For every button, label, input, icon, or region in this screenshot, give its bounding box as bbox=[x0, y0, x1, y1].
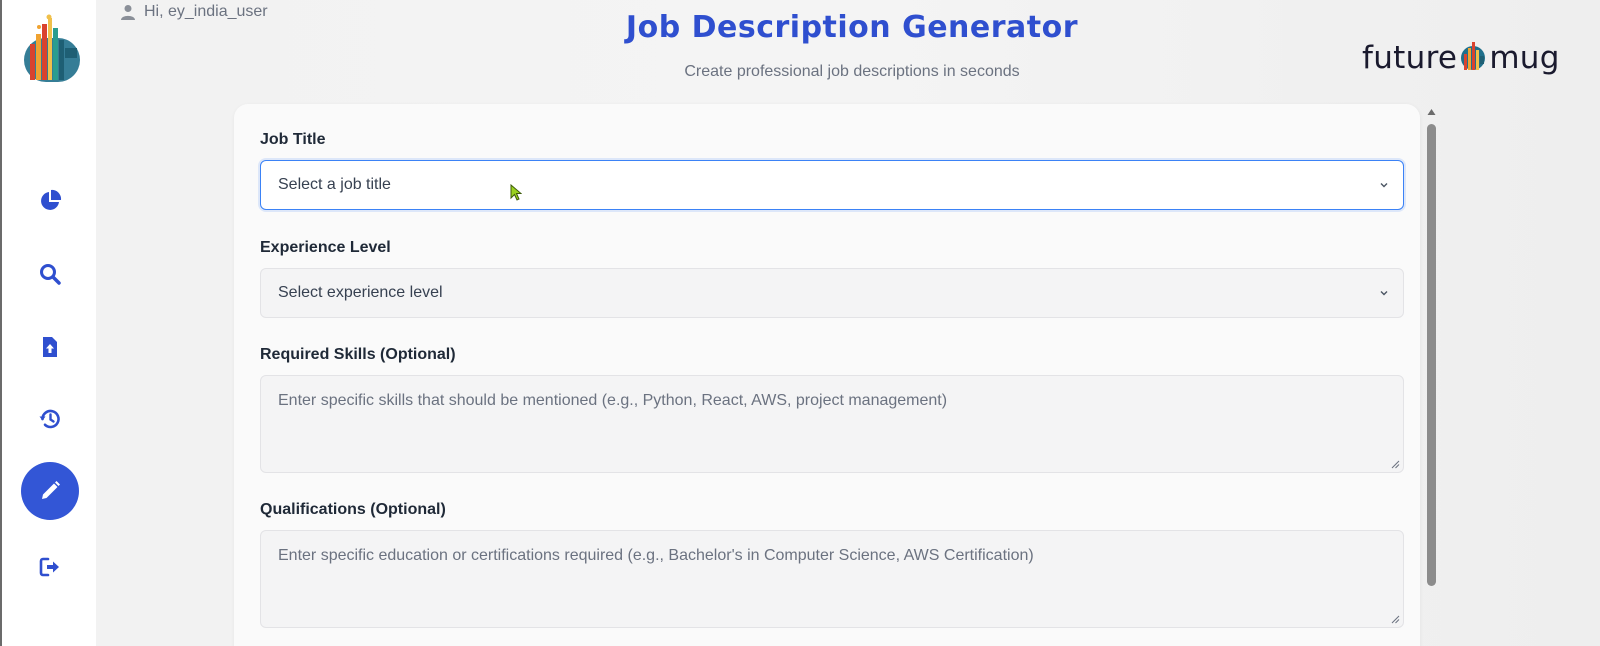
form-scrollbar[interactable] bbox=[1425, 106, 1438, 646]
sidebar-item-job-description[interactable] bbox=[21, 462, 79, 520]
scrollbar-thumb[interactable] bbox=[1427, 124, 1436, 586]
brand-text-right: mug bbox=[1489, 40, 1560, 76]
required-skills-label: Required Skills (Optional) bbox=[260, 346, 456, 363]
chevron-down-icon bbox=[1380, 183, 1388, 188]
brand-mark-icon bbox=[1461, 42, 1486, 70]
experience-level-placeholder: Select experience level bbox=[278, 284, 443, 301]
pie-chart-icon bbox=[41, 189, 62, 210]
sidebar-item-dashboard[interactable] bbox=[21, 172, 79, 230]
sidebar-item-upload[interactable] bbox=[21, 318, 79, 376]
main-content: Hi, ey_india_user Job Description Genera… bbox=[96, 0, 1600, 646]
required-skills-textarea[interactable]: Enter specific skills that should be men… bbox=[260, 375, 1404, 473]
job-description-form: Job Title Select a job title Experience … bbox=[234, 104, 1420, 646]
experience-level-select[interactable]: Select experience level bbox=[260, 268, 1404, 318]
search-icon bbox=[40, 264, 61, 285]
scroll-up-arrow-icon[interactable] bbox=[1427, 108, 1436, 116]
file-upload-icon bbox=[43, 337, 57, 357]
experience-level-label: Experience Level bbox=[260, 239, 391, 256]
job-title-select[interactable]: Select a job title bbox=[260, 160, 1404, 210]
sidebar-item-search[interactable] bbox=[21, 245, 79, 303]
qualifications-placeholder: Enter specific education or certificatio… bbox=[278, 547, 1034, 564]
brand-logo: future mug bbox=[1362, 36, 1560, 80]
required-skills-placeholder: Enter specific skills that should be men… bbox=[278, 392, 948, 409]
app-logo[interactable] bbox=[22, 14, 82, 86]
job-title-label: Job Title bbox=[260, 131, 326, 148]
chevron-down-icon bbox=[1380, 291, 1388, 296]
resize-handle-icon[interactable] bbox=[1391, 460, 1400, 469]
brand-text-left: future bbox=[1362, 40, 1458, 76]
job-title-placeholder: Select a job title bbox=[278, 176, 391, 193]
qualifications-label: Qualifications (Optional) bbox=[260, 501, 446, 518]
bar-chart-logo-icon bbox=[24, 14, 80, 82]
sidebar-item-logout[interactable] bbox=[21, 538, 79, 596]
sidebar bbox=[2, 0, 96, 646]
sidebar-item-history[interactable] bbox=[21, 390, 79, 448]
history-icon bbox=[39, 409, 60, 429]
logout-icon bbox=[39, 557, 59, 577]
pencil-icon bbox=[42, 481, 60, 499]
qualifications-textarea[interactable]: Enter specific education or certificatio… bbox=[260, 530, 1404, 628]
mouse-cursor-icon bbox=[510, 184, 522, 201]
resize-handle-icon[interactable] bbox=[1391, 615, 1400, 624]
